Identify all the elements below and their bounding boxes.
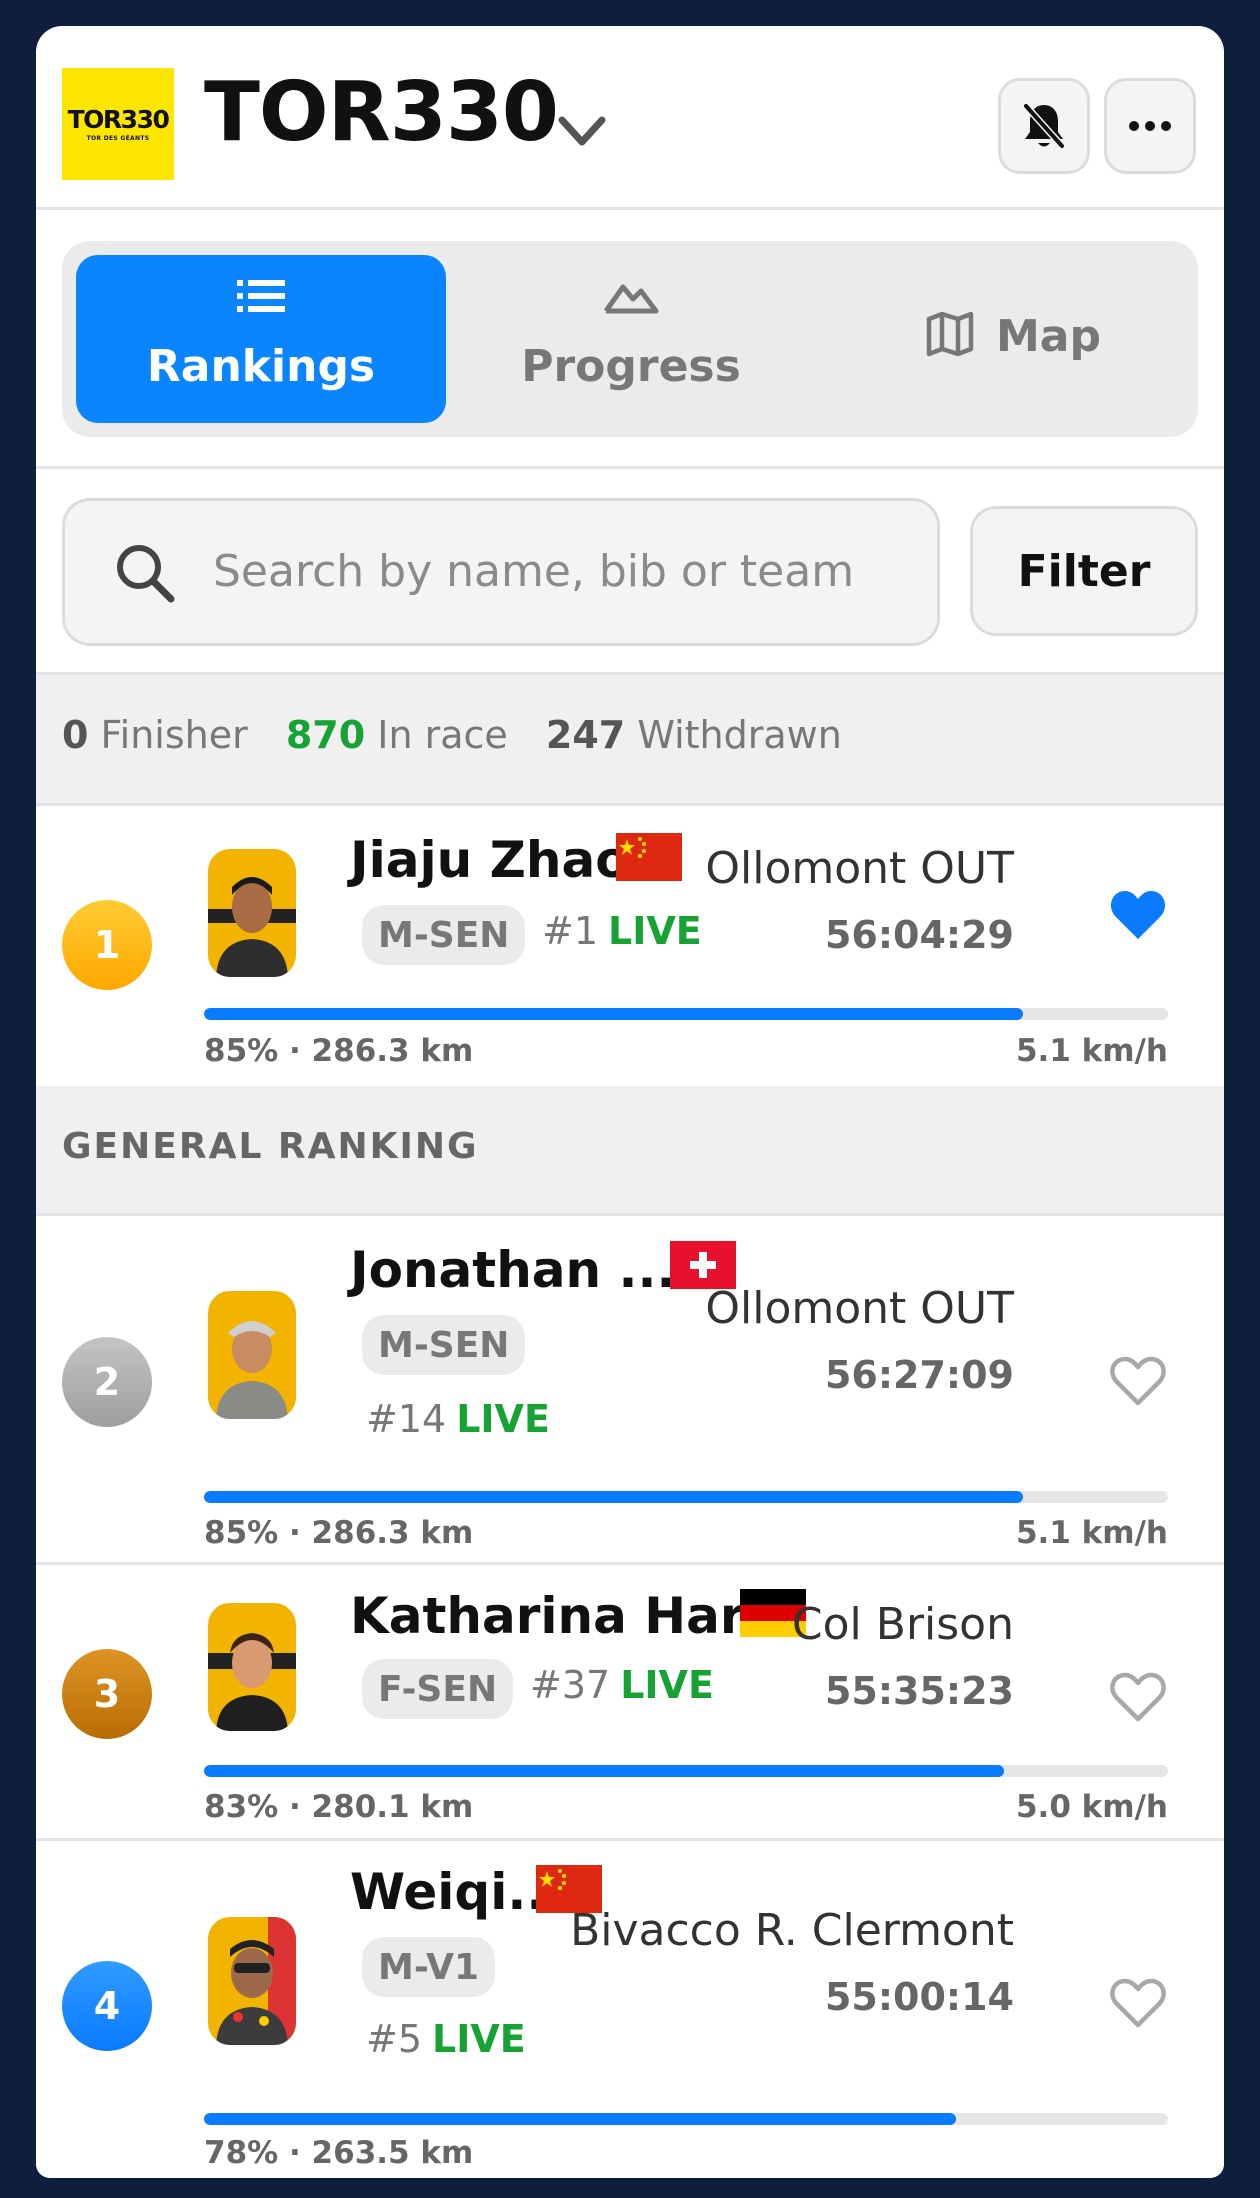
map-icon [926, 311, 974, 357]
china-flag-icon [616, 833, 682, 881]
search-input[interactable] [213, 531, 913, 611]
race-stats: 0 Finisher 870 In race 247 Withdrawn [36, 672, 1224, 806]
switzerland-flag-icon [670, 1241, 736, 1289]
progress-bar [204, 2113, 1168, 2125]
bib-text: #1 [542, 909, 599, 953]
race-time: 55:00:14 [824, 1975, 1014, 2019]
progress-fill [204, 1008, 1024, 1020]
runner-name[interactable]: Jonathan ... [350, 1241, 676, 1299]
list-icon [237, 280, 285, 312]
bib-number: #5 LIVE [366, 2017, 526, 2061]
progress-text: 85% · 286.3 km [204, 1515, 474, 1551]
avatar [208, 849, 296, 977]
event-title[interactable]: TOR330 [204, 72, 559, 154]
speed: 5.1 km/h [1015, 1033, 1168, 1069]
runner-name[interactable]: Jiaju Zhao [350, 831, 630, 889]
runner-row[interactable]: 3 Katharina Har... F-SEN #37 LIVE Col Bri… [36, 1565, 1224, 1838]
progress-bar [204, 1765, 1168, 1777]
bell-off-icon [1023, 103, 1065, 149]
search-box[interactable] [62, 498, 940, 646]
checkpoint-location: Col Brison [791, 1599, 1014, 1650]
view-tabs-section: Rankings Progress Map [36, 213, 1224, 469]
live-badge: LIVE [456, 1397, 550, 1441]
bib-text: #14 [366, 1397, 447, 1441]
notifications-button[interactable] [998, 78, 1090, 174]
rank-badge: 1 [62, 900, 152, 990]
progress-bar [204, 1008, 1168, 1020]
chevron-down-icon[interactable] [552, 102, 612, 162]
avatar [208, 1917, 296, 2045]
mountain-icon [603, 284, 659, 314]
heart-outline-icon[interactable] [1108, 1975, 1168, 2031]
live-badge: LIVE [432, 2017, 526, 2061]
general-ranking-header: GENERAL RANKING [36, 1086, 1224, 1216]
runner-row[interactable]: 1 Jiaju Zhao M-SEN #1 LIVE Ollomont OUT 5… [36, 809, 1224, 1083]
rank-badge: 3 [62, 1649, 152, 1739]
bib-text: #37 [530, 1663, 611, 1707]
checkpoint-location: Ollomont OUT [705, 843, 1014, 894]
checkpoint-location: Bivacco R. Clermont [570, 1905, 1014, 1956]
race-time: 55:35:23 [824, 1669, 1014, 1713]
event-logo[interactable]: TOR330 TOR DES GÉANTS [62, 68, 174, 180]
bib-number: #1 LIVE [542, 909, 702, 953]
avatar [208, 1291, 296, 1419]
finisher-count: 0 [62, 713, 89, 757]
category-badge: M-SEN [362, 905, 526, 965]
category-badge: F-SEN [362, 1659, 514, 1719]
tab-label: Progress [521, 341, 741, 392]
section-title: GENERAL RANKING [62, 1126, 479, 1167]
race-time: 56:04:29 [824, 913, 1014, 957]
progress-fill [204, 1491, 1024, 1503]
runner-name[interactable]: Weiqi... [350, 1863, 564, 1921]
withdrawn-label: Withdrawn [637, 713, 842, 757]
more-dots-icon [1129, 121, 1171, 131]
progress-bar [204, 1491, 1168, 1503]
runner-row[interactable]: 4 Weiqi... M-V1 #5 LIVE Bivacco R. Clermo… [36, 1841, 1224, 2178]
rank-badge: 4 [62, 1961, 152, 2051]
tab-label: Map [996, 311, 1101, 362]
withdrawn-count: 247 [545, 713, 626, 757]
finisher-label: Finisher [100, 713, 248, 757]
avatar [208, 1603, 296, 1731]
heart-outline-icon[interactable] [1108, 1353, 1168, 1409]
progress-fill [204, 2113, 956, 2125]
search-section: Filter [36, 472, 1224, 672]
bib-number: #14 LIVE [366, 1397, 550, 1441]
app-card: TOR330 TOR DES GÉANTS TOR330 Rankings Pr… [36, 26, 1224, 2178]
tab-rankings[interactable]: Rankings [76, 255, 446, 423]
search-icon [117, 545, 175, 603]
app-header: TOR330 TOR DES GÉANTS TOR330 [36, 26, 1224, 210]
live-badge: LIVE [620, 1663, 714, 1707]
in-race-label: In race [377, 713, 508, 757]
speed: 5.1 km/h [1015, 1515, 1168, 1551]
runner-name[interactable]: Katharina Har... [350, 1587, 794, 1645]
progress-text: 85% · 286.3 km [204, 1033, 474, 1069]
progress-fill [204, 1765, 1005, 1777]
heart-filled-icon[interactable] [1108, 887, 1168, 943]
tab-progress[interactable]: Progress [446, 255, 816, 423]
live-badge: LIVE [608, 909, 702, 953]
tab-label: Rankings [146, 341, 376, 392]
bib-number: #37 LIVE [530, 1663, 714, 1707]
rank-badge: 2 [62, 1337, 152, 1427]
in-race-count: 870 [285, 713, 366, 757]
more-options-button[interactable] [1104, 78, 1196, 174]
stats-line: 0 Finisher 870 In race 247 Withdrawn [62, 713, 842, 757]
checkpoint-location: Ollomont OUT [705, 1283, 1014, 1334]
race-time: 56:27:09 [824, 1353, 1014, 1397]
logo-subtext: TOR DES GÉANTS [86, 134, 150, 142]
tab-map[interactable]: Map [816, 255, 1186, 423]
logo-text: TOR330 [67, 104, 170, 134]
speed: 5.0 km/h [1015, 1789, 1168, 1825]
progress-text: 83% · 280.1 km [204, 1789, 474, 1825]
runner-row[interactable]: 2 Jonathan ... M-SEN #14 LIVE Ollomont OU… [36, 1219, 1224, 1562]
filter-button[interactable]: Filter [970, 506, 1198, 636]
progress-text: 78% · 263.5 km [204, 2135, 474, 2171]
bib-text: #5 [366, 2017, 423, 2061]
category-badge: M-V1 [362, 1937, 496, 1997]
category-badge: M-SEN [362, 1315, 526, 1375]
view-tabs: Rankings Progress Map [62, 241, 1198, 437]
heart-outline-icon[interactable] [1108, 1669, 1168, 1725]
